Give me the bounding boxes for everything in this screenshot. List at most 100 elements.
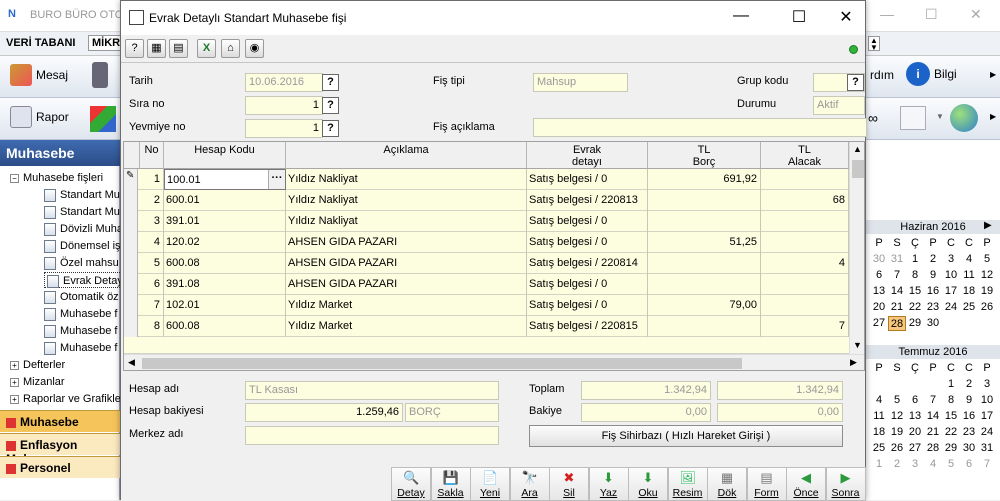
calendar-day[interactable]: 20: [906, 425, 924, 440]
sonra-button[interactable]: ▶ Sonra: [825, 467, 866, 501]
calendar-day[interactable]: 24: [978, 425, 996, 440]
dropdown-arrow-icon[interactable]: ▼: [936, 112, 944, 121]
calendar-day[interactable]: 17: [978, 409, 996, 424]
grup-kodu-lookup-button[interactable]: ?: [847, 74, 864, 91]
row-selector[interactable]: [124, 253, 138, 274]
calendar-day[interactable]: 24: [942, 300, 960, 315]
table-row[interactable]: 5 600.08 AHSEN GIDA PAZARI Satış belgesi / …: [124, 253, 849, 274]
sira-no-lookup-button[interactable]: ?: [322, 97, 339, 114]
sira-no-field[interactable]: 1: [245, 96, 323, 115]
grid-header-hesap-kodu[interactable]: Hesap Kodu: [164, 142, 286, 169]
cell-hesap[interactable]: 391.01: [164, 211, 286, 232]
calendar-day[interactable]: 2: [960, 377, 978, 392]
yeni-button[interactable]: 📄 Yeni: [470, 467, 510, 501]
cell-alacak[interactable]: [761, 211, 849, 232]
cell-aciklama[interactable]: Yıldız Nakliyat: [286, 169, 527, 190]
cell-borc[interactable]: [648, 316, 761, 337]
cell-alacak[interactable]: [761, 232, 849, 253]
globe-icon[interactable]: [950, 104, 978, 132]
calendar-day[interactable]: 19: [978, 284, 996, 299]
calendar-day[interactable]: 14: [888, 284, 906, 299]
calendar-day[interactable]: 17: [942, 284, 960, 299]
table-row[interactable]: 8 600.08 Yıldız Market Satış belgesi / 2208…: [124, 316, 849, 337]
cell-aciklama[interactable]: Yıldız Market: [286, 295, 527, 316]
tarih-field[interactable]: 10.06.2016: [245, 73, 323, 92]
cell-hesap[interactable]: 600.08: [164, 316, 286, 337]
row-selector[interactable]: ✎: [124, 169, 138, 190]
scroll-right-icon[interactable]: ▶: [850, 357, 857, 368]
calendar-day[interactable]: 9: [924, 268, 942, 283]
fis-tipi-field[interactable]: Mahsup: [533, 73, 628, 92]
cell-borc[interactable]: [648, 253, 761, 274]
yevmiye-no-lookup-button[interactable]: ?: [322, 120, 339, 137]
calendar-day[interactable]: 12: [888, 409, 906, 424]
cell-evrak[interactable]: Satış belgesi / 0: [527, 211, 648, 232]
calendar-day[interactable]: 26: [888, 441, 906, 456]
yardim-label[interactable]: rdım: [870, 68, 894, 82]
mesaj-button[interactable]: Mesaj: [10, 64, 68, 86]
calendar-day[interactable]: 5: [942, 457, 960, 472]
grid-vertical-scrollbar[interactable]: ▲ ▼: [849, 142, 864, 354]
cell-aciklama[interactable]: AHSEN GIDA PAZARI: [286, 253, 527, 274]
table-row[interactable]: 4 120.02 AHSEN GIDA PAZARI Satış belgesi / …: [124, 232, 849, 253]
calendar-day[interactable]: 21: [888, 300, 906, 315]
excel-icon[interactable]: X: [197, 39, 216, 58]
calculator-icon[interactable]: ▦: [147, 39, 166, 58]
calendar-icon[interactable]: [900, 106, 926, 130]
calendar-day[interactable]: 29: [942, 441, 960, 456]
row-selector[interactable]: [124, 316, 138, 337]
close-button[interactable]: ✕: [826, 7, 866, 27]
calendar-day[interactable]: 4: [924, 457, 942, 472]
cell-alacak[interactable]: 4: [761, 253, 849, 274]
cell-hesap[interactable]: 391.08: [164, 274, 286, 295]
tree-item[interactable]: Muhasebe f: [44, 323, 117, 339]
row-selector[interactable]: [124, 211, 138, 232]
calendar-day[interactable]: 29: [906, 316, 924, 331]
view-icon[interactable]: ◉: [245, 39, 264, 58]
scroll-up-icon[interactable]: ▲: [853, 144, 862, 154]
calendar-month-header[interactable]: Haziran 2016: [866, 220, 1000, 234]
calendar-day[interactable]: [888, 377, 906, 392]
scroll-thumb[interactable]: [852, 160, 864, 178]
calendar-day[interactable]: 8: [906, 268, 924, 283]
grid-header-no[interactable]: No: [140, 142, 164, 169]
calendar-day[interactable]: 7: [924, 393, 942, 408]
calendar-day[interactable]: 7: [978, 457, 996, 472]
tree-item[interactable]: − Muhasebe fişleri: [10, 170, 103, 186]
cell-alacak[interactable]: 68: [761, 190, 849, 211]
calendar-day[interactable]: 16: [960, 409, 978, 424]
durumu-field[interactable]: Aktif: [813, 96, 865, 115]
cell-borc[interactable]: [648, 274, 761, 295]
merkez-adi-field[interactable]: [245, 426, 499, 445]
calendar-day[interactable]: 18: [960, 284, 978, 299]
grid-header-aciklama[interactable]: Açıklama: [286, 142, 527, 169]
hesap-ellipsis-button[interactable]: ···: [268, 170, 285, 189]
cell-no[interactable]: 4: [140, 232, 164, 253]
tree-item[interactable]: Evrak Detay: [44, 272, 126, 288]
grid-header-borc[interactable]: TL Borç: [648, 142, 761, 169]
cell-aciklama[interactable]: Yıldız Market: [286, 316, 527, 337]
cubes-icon[interactable]: [90, 106, 116, 132]
calendar-day[interactable]: 4: [960, 252, 978, 267]
cell-no[interactable]: 5: [140, 253, 164, 274]
calendar-day[interactable]: 15: [906, 284, 924, 299]
cell-no[interactable]: 3: [140, 211, 164, 232]
calendar-day[interactable]: 10: [978, 393, 996, 408]
calendar-day[interactable]: 25: [870, 441, 888, 456]
calendar-day[interactable]: 30: [870, 252, 888, 267]
calendar-day[interactable]: 31: [978, 441, 996, 456]
cell-no[interactable]: 6: [140, 274, 164, 295]
calendar-day[interactable]: 1: [906, 252, 924, 267]
calendar-day[interactable]: 15: [942, 409, 960, 424]
cell-no[interactable]: 7: [140, 295, 164, 316]
ara-button[interactable]: 🔭 Ara: [509, 467, 550, 501]
calendar-day[interactable]: 5: [978, 252, 996, 267]
calendar-day[interactable]: 28: [888, 316, 906, 331]
cell-hesap[interactable]: 102.01: [164, 295, 286, 316]
calendar-day[interactable]: 28: [924, 441, 942, 456]
calendar-day[interactable]: 11: [870, 409, 888, 424]
calendar-day[interactable]: 16: [924, 284, 942, 299]
calendar-day[interactable]: 19: [888, 425, 906, 440]
sil-button[interactable]: ✖ Sil: [549, 467, 589, 501]
dok-button[interactable]: ▦ Dök: [707, 467, 747, 501]
